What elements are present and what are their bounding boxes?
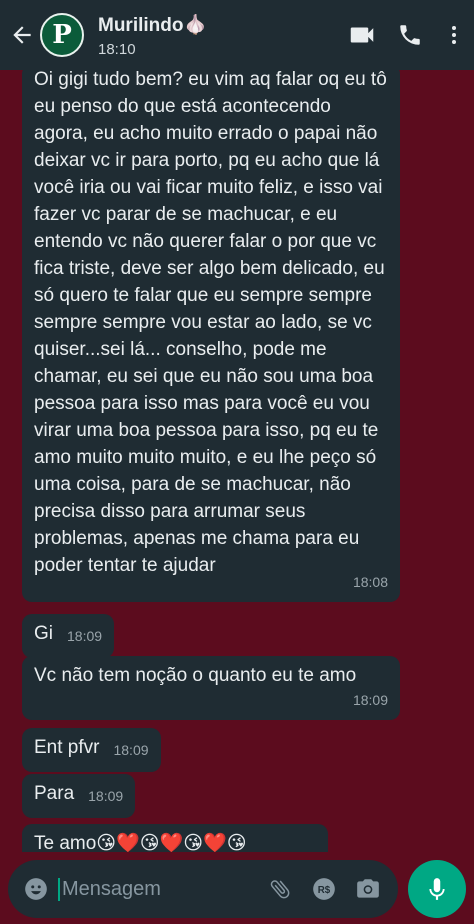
more-vert-icon bbox=[452, 26, 456, 44]
contact-status: 18:10 bbox=[98, 40, 136, 58]
message-bubble[interactable]: Vc não tem noção o quanto eu te amo 18:0… bbox=[22, 656, 400, 720]
message-time: 18:09 bbox=[88, 788, 124, 804]
message-time: 18:08 bbox=[352, 574, 388, 590]
contact-name: Murilindo🧄 bbox=[98, 14, 208, 36]
avatar[interactable]: P bbox=[40, 13, 84, 57]
back-button[interactable] bbox=[4, 0, 40, 70]
phone-icon bbox=[400, 25, 420, 45]
message-bubble[interactable]: Gi 18:09 bbox=[22, 614, 115, 658]
arrow-left-icon bbox=[13, 26, 31, 44]
message-bubble[interactable]: Te amo😘❤️😘❤️😘❤️😘 bbox=[22, 824, 328, 852]
video-call-button[interactable] bbox=[338, 0, 386, 70]
message-time: 18:09 bbox=[67, 628, 103, 644]
mic-icon bbox=[429, 878, 445, 900]
svg-text:R$: R$ bbox=[318, 885, 331, 896]
message-time: 18:09 bbox=[113, 742, 149, 758]
emoji-icon bbox=[25, 878, 47, 900]
video-call-icon bbox=[350, 27, 374, 43]
menu-button[interactable] bbox=[434, 0, 474, 70]
contact-info[interactable]: Murilindo🧄 18:10 bbox=[98, 13, 338, 58]
voice-call-button[interactable] bbox=[386, 0, 434, 70]
message-text: Para bbox=[34, 783, 75, 804]
message-bubble[interactable]: Oi gigi tudo bem? eu vim aq falar oq eu … bbox=[22, 70, 400, 602]
message-field: R$ bbox=[8, 860, 398, 918]
message-bubble[interactable]: Ent pfvr 18:09 bbox=[22, 728, 161, 772]
message-text: Ent pfvr bbox=[34, 737, 100, 758]
message-input-bar: R$ bbox=[0, 852, 474, 924]
emoji-button[interactable] bbox=[14, 860, 58, 918]
camera-button[interactable] bbox=[346, 860, 390, 918]
message-text: Oi gigi tudo bem? eu vim aq falar oq eu … bbox=[34, 70, 393, 576]
payment-icon: R$ bbox=[313, 878, 335, 900]
message-time: 18:09 bbox=[352, 692, 388, 708]
camera-icon bbox=[357, 879, 379, 898]
attach-button[interactable] bbox=[258, 860, 302, 918]
paperclip-icon bbox=[270, 880, 290, 899]
payment-button[interactable]: R$ bbox=[302, 860, 346, 918]
chat-header: P Murilindo🧄 18:10 bbox=[0, 0, 474, 70]
avatar-letter: P bbox=[52, 20, 72, 50]
message-text: Vc não tem noção o quanto eu te amo bbox=[34, 665, 357, 686]
message-text: Te amo😘❤️😘❤️😘❤️😘 bbox=[34, 833, 247, 852]
message-bubble[interactable]: Para 18:09 bbox=[22, 774, 136, 818]
message-input[interactable] bbox=[58, 877, 228, 901]
mic-button[interactable] bbox=[408, 860, 466, 918]
message-text: Gi bbox=[34, 623, 53, 644]
message-list: Oi gigi tudo bem? eu vim aq falar oq eu … bbox=[0, 70, 474, 852]
